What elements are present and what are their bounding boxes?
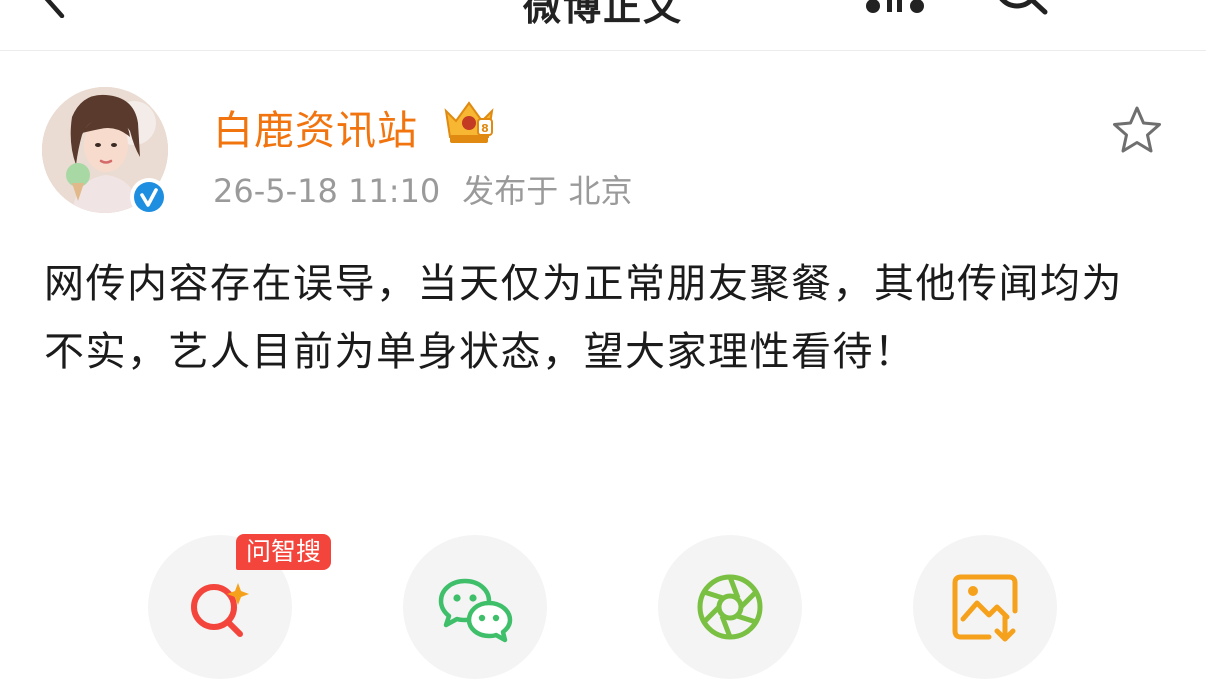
save-image-button[interactable] bbox=[913, 535, 1057, 679]
more-options-icon[interactable] bbox=[855, 0, 925, 18]
vip-crown-icon: 8 bbox=[444, 101, 494, 143]
top-nav-bar: 微博正文 bbox=[0, 0, 1206, 51]
search-icon[interactable] bbox=[985, 0, 1055, 18]
post-timestamp: 26-5-18 11:10 bbox=[213, 172, 441, 210]
author-name[interactable]: 白鹿资讯站 bbox=[213, 98, 418, 156]
verified-badge-icon bbox=[130, 178, 168, 216]
post-content-text: 网传内容存在误导，当天仅为正常朋友聚餐，其他传闻均为不实，艺人目前为单身状态，望… bbox=[44, 261, 1123, 375]
favorite-star-icon[interactable] bbox=[1110, 104, 1164, 158]
ai-search-badge: 问智搜 bbox=[236, 534, 332, 570]
share-wechat-button[interactable] bbox=[403, 535, 547, 679]
wechat-icon bbox=[438, 578, 513, 643]
share-moments-button[interactable] bbox=[658, 535, 802, 679]
post-meta: 26-5-18 11:10 发布于 北京 bbox=[213, 166, 632, 212]
svg-text:8: 8 bbox=[481, 122, 489, 135]
ai-search-icon bbox=[191, 583, 249, 637]
moments-icon bbox=[697, 574, 763, 640]
post-location: 发布于 北京 bbox=[462, 172, 633, 210]
save-image-icon bbox=[952, 574, 1018, 642]
